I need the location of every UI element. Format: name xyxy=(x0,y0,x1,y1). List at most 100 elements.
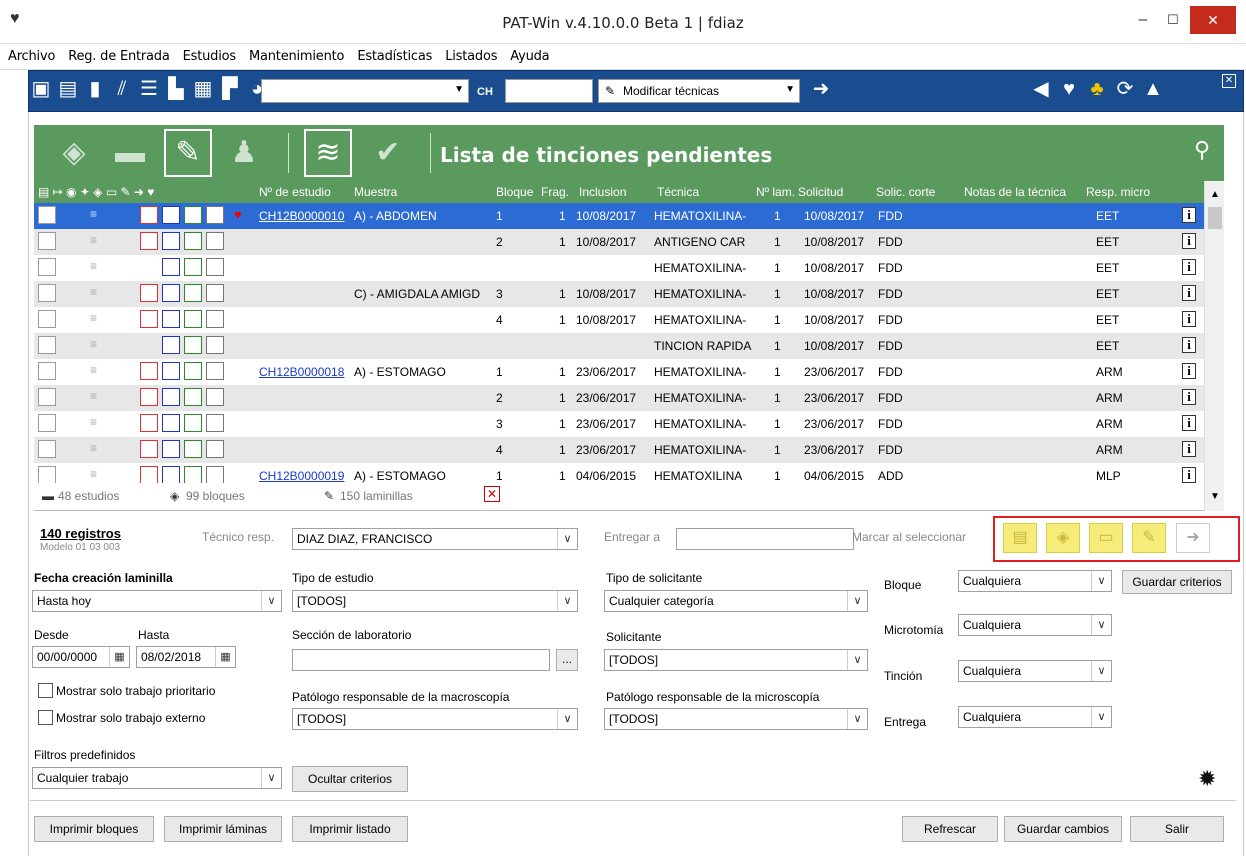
print-col-icon[interactable]: ▤ ↦ ◉ ✦ ◈ ▭ ✎ ➜ ♥ xyxy=(38,185,154,199)
cassette-yellow-button[interactable]: ▭ xyxy=(1089,523,1123,553)
menu-listados[interactable]: Listados xyxy=(445,49,497,64)
tipo-estudio-select[interactable]: [TODOS] ∨ xyxy=(292,590,578,612)
deliver-status-box[interactable] xyxy=(206,336,224,354)
search-icon[interactable]: ⚲ xyxy=(1194,137,1210,163)
col-resp-micro[interactable]: Resp. micro xyxy=(1086,185,1150,199)
stain-status-box[interactable] xyxy=(184,310,202,328)
deliver-status-box[interactable] xyxy=(206,414,224,432)
blocks-yellow-button[interactable]: ◈ xyxy=(1046,523,1080,553)
info-icon[interactable]: i xyxy=(1182,363,1196,379)
imprimir-laminas-button[interactable]: Imprimir láminas xyxy=(164,816,282,842)
estudio-link[interactable]: CH12B0000018 xyxy=(259,365,344,379)
guardar-cambios-button[interactable]: Guardar cambios xyxy=(1004,816,1122,842)
tincion-select[interactable]: Cualquiera ∨ xyxy=(958,660,1112,682)
refresh-icon[interactable]: ⟳ xyxy=(1114,78,1136,100)
lock-icon[interactable]: ▲ xyxy=(1142,78,1164,100)
row-checkbox[interactable] xyxy=(38,466,56,483)
predef-select[interactable]: Cualquier trabajo ∨ xyxy=(32,767,282,789)
close-button[interactable]: ✕ xyxy=(1190,6,1236,34)
block-status-box[interactable] xyxy=(140,414,158,432)
stain-status-box[interactable] xyxy=(184,284,202,302)
col-inclusion[interactable]: Inclusion xyxy=(579,185,626,199)
guardar-criterios-button[interactable]: Guardar criterios xyxy=(1122,570,1232,594)
deliver-status-box[interactable] xyxy=(206,388,224,406)
cut-status-box[interactable] xyxy=(162,388,180,406)
info-icon[interactable]: i xyxy=(1182,311,1196,327)
col-solicitud[interactable]: Solicitud xyxy=(798,185,843,199)
scroll-up-icon[interactable]: ▲ xyxy=(1210,189,1220,200)
cut-status-box[interactable] xyxy=(162,284,180,302)
menu-reg-entrada[interactable]: Reg. de Entrada xyxy=(68,49,170,64)
cut-status-box[interactable] xyxy=(162,362,180,380)
list-icon[interactable]: ☰ xyxy=(138,78,160,100)
action-select[interactable]: ✎ Modificar técnicas ▼ xyxy=(598,79,800,103)
cut-status-box[interactable] xyxy=(162,336,180,354)
cut-status-box[interactable] xyxy=(162,232,180,250)
info-icon[interactable]: i xyxy=(1182,441,1196,457)
externo-checkbox[interactable] xyxy=(38,710,53,725)
row-checkbox[interactable] xyxy=(38,310,56,328)
bloque-select[interactable]: Cualquiera ∨ xyxy=(958,570,1112,592)
gear-icon[interactable]: ✹ xyxy=(1198,766,1216,792)
book-icon[interactable]: ▮ xyxy=(84,78,106,100)
table-row[interactable]: ≡ C) - AMIGDALA AMIGD 3 1 10/08/2017 HEMATOXI… xyxy=(34,281,1204,307)
col-tecnica[interactable]: Técnica xyxy=(657,185,699,199)
block-status-box[interactable] xyxy=(140,362,158,380)
study-select[interactable]: ▼ xyxy=(261,79,469,103)
info-icon[interactable]: i xyxy=(1182,259,1196,275)
col-bloque[interactable]: Bloque xyxy=(496,185,533,199)
blocks-icon[interactable]: ◈ xyxy=(54,135,94,171)
col-lam[interactable]: Nº lam. xyxy=(756,185,795,199)
bell-icon[interactable]: ♣ xyxy=(1086,78,1108,100)
comment-icon[interactable]: ♥ xyxy=(1058,78,1080,100)
cut-status-box[interactable] xyxy=(162,440,180,458)
estudio-link[interactable]: CH12B0000010 xyxy=(259,209,344,223)
solicitante-select[interactable]: [TODOS] ∨ xyxy=(604,649,868,671)
table-row[interactable]: ≡ CH12B0000019 A) - ESTOMAGO 1 1 04/06/2015 HE… xyxy=(34,463,1204,483)
deliver-status-box[interactable] xyxy=(206,284,224,302)
row-checkbox[interactable] xyxy=(38,440,56,458)
arrow-yellow-button[interactable]: ➜ xyxy=(1176,523,1210,553)
info-icon[interactable]: i xyxy=(1182,207,1196,223)
col-notas[interactable]: Notas de la técnica xyxy=(964,185,1066,199)
deliver-status-box[interactable] xyxy=(206,258,224,276)
block-status-box[interactable] xyxy=(140,206,158,224)
entregar-input[interactable] xyxy=(676,528,854,550)
table-row[interactable]: ≡ 2 1 10/08/2017 ANTIGENO CAR 1 10/08/2017 FDD E… xyxy=(34,229,1204,255)
menu-ayuda[interactable]: Ayuda xyxy=(510,49,549,64)
menu-mantenimiento[interactable]: Mantenimiento xyxy=(249,49,345,64)
speaker-icon[interactable]: ◀ xyxy=(1030,78,1052,100)
tipo-sol-select[interactable]: Cualquier categoría ∨ xyxy=(604,590,868,612)
block-status-box[interactable] xyxy=(140,466,158,483)
block-status-box[interactable] xyxy=(140,284,158,302)
printer-icon[interactable]: ▣ xyxy=(30,78,52,100)
arrow-right-icon[interactable]: ➜ xyxy=(810,78,832,100)
stain-status-box[interactable] xyxy=(184,336,202,354)
info-icon[interactable]: i xyxy=(1182,415,1196,431)
stain-status-box[interactable] xyxy=(184,362,202,380)
col-solic-corte[interactable]: Solic. corte xyxy=(876,185,935,199)
table-row[interactable]: ≡ CH12B0000018 A) - ESTOMAGO 1 1 23/06/2017 HE… xyxy=(34,359,1204,385)
cut-status-box[interactable] xyxy=(162,466,180,483)
col-frag[interactable]: Frag. xyxy=(541,185,569,199)
table-row[interactable]: ≡ ♥ CH12B0000010 A) - ABDOMEN 1 1 10/08/2017 HE… xyxy=(34,203,1204,229)
row-checkbox[interactable] xyxy=(38,206,56,224)
col-muestra[interactable]: Muestra xyxy=(354,185,397,199)
slides-icon[interactable]: ⫽ xyxy=(111,78,133,100)
cut-status-box[interactable] xyxy=(162,414,180,432)
estudio-link[interactable]: CH12B0000019 xyxy=(259,469,344,483)
table-row[interactable]: ≡ 3 1 23/06/2017 HEMATOXILINA- 1 23/06/2017 FDD… xyxy=(34,411,1204,437)
salir-button[interactable]: Salir xyxy=(1130,816,1224,842)
document-icon[interactable]: ▙ xyxy=(165,78,187,100)
scroll-down-icon[interactable]: ▼ xyxy=(1210,491,1220,502)
ocultar-criterios-button[interactable]: Ocultar criterios xyxy=(292,766,408,792)
stain-status-box[interactable] xyxy=(184,388,202,406)
microtomia-select[interactable]: Cualquiera ∨ xyxy=(958,614,1112,636)
pat-micro-select[interactable]: [TODOS] ∨ xyxy=(604,708,868,730)
print-report-icon[interactable]: ▦ xyxy=(192,78,214,100)
stain-status-box[interactable] xyxy=(184,206,202,224)
stain-status-box[interactable] xyxy=(184,258,202,276)
row-checkbox[interactable] xyxy=(38,284,56,302)
check-icon[interactable]: ✔ xyxy=(368,135,408,171)
stain-status-box[interactable] xyxy=(184,414,202,432)
